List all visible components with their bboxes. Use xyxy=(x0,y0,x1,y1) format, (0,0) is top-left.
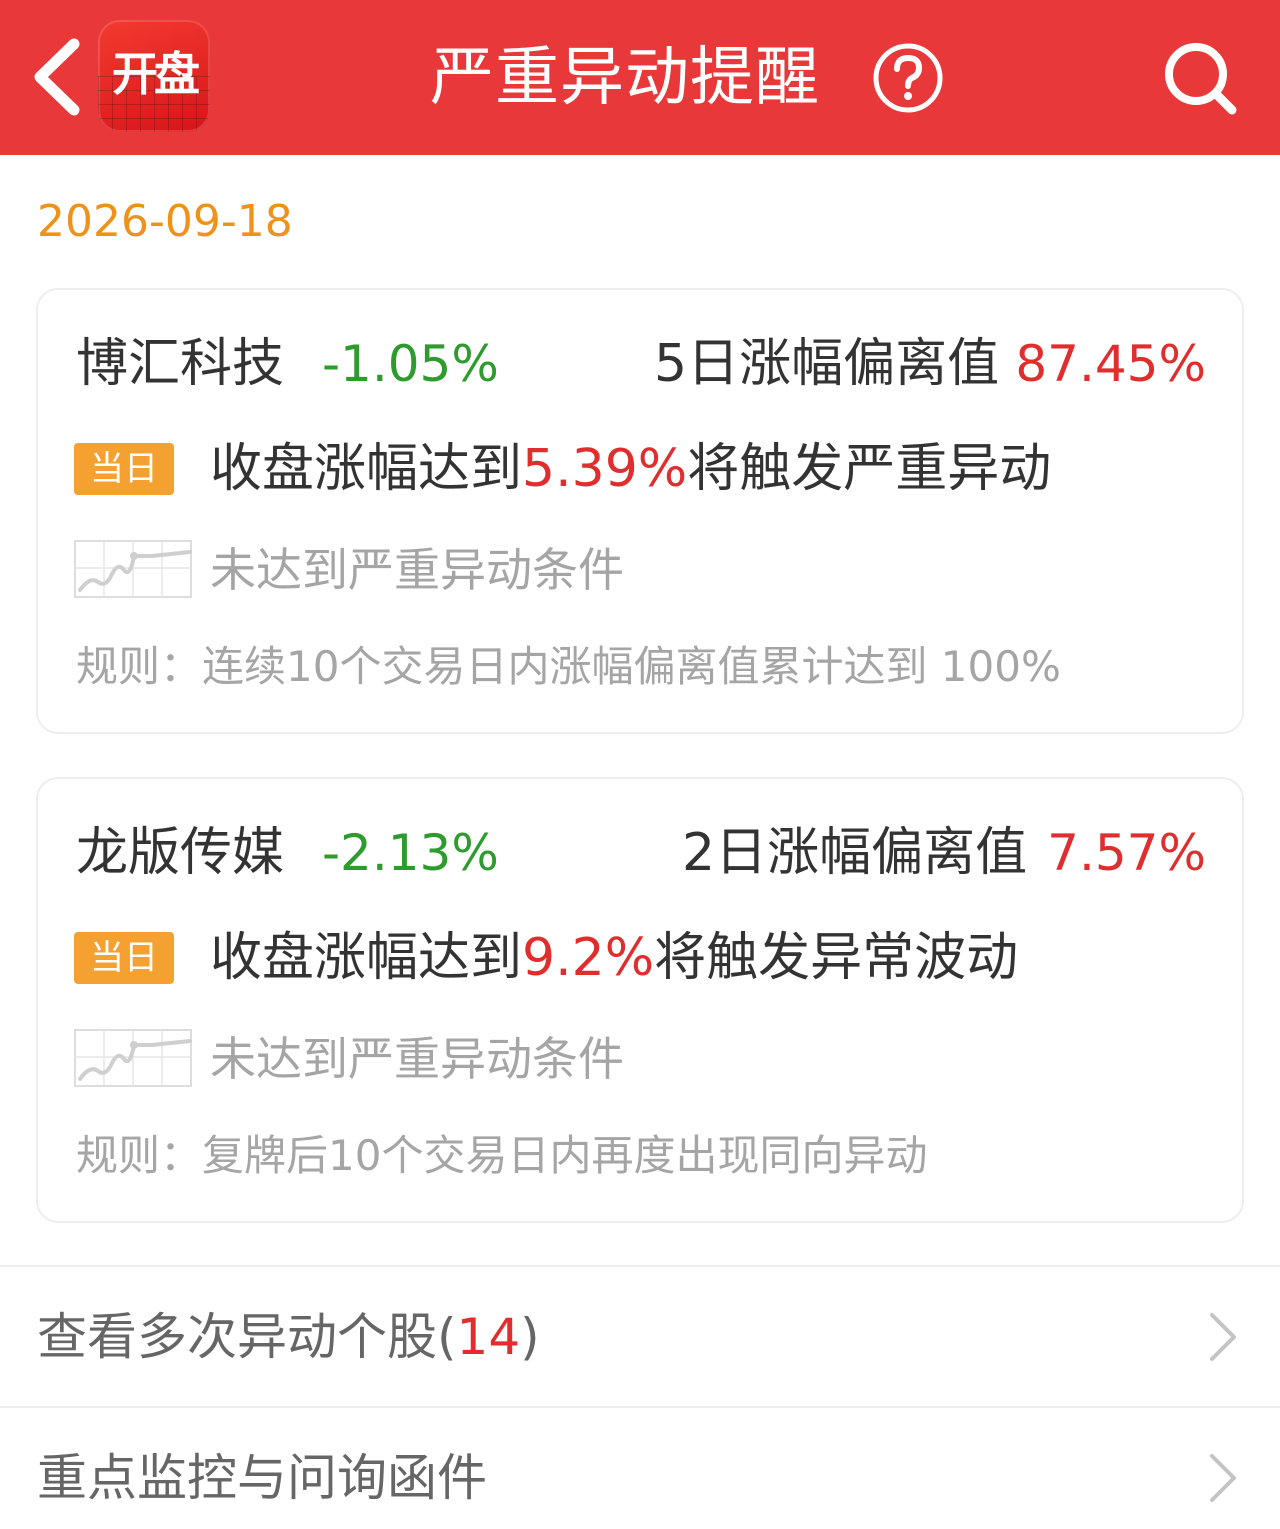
trend-chart-icon xyxy=(74,1029,192,1087)
trigger-value: 5.39% xyxy=(522,439,688,499)
multiple-alerts-count: 14 xyxy=(456,1308,521,1366)
back-button[interactable] xyxy=(28,38,88,116)
help-icon xyxy=(873,43,943,113)
stock-alert-card[interactable]: 博汇科技 -1.05% 5日涨幅偏离值 87.45% 当日 收盘涨幅达到5.39… xyxy=(36,288,1244,734)
trend-chart-icon xyxy=(74,540,192,598)
chevron-right-icon xyxy=(1210,1454,1236,1502)
deviation-label: 5日涨幅偏离值 xyxy=(654,334,1000,394)
rule-text: 规则：复牌后10个交易日内再度出现同向异动 xyxy=(76,1131,928,1180)
stock-name: 龙版传媒 xyxy=(76,823,285,883)
trigger-text: 收盘涨幅达到9.2%将触发异常波动 xyxy=(210,927,1018,989)
multiple-alerts-text: 查看多次异动个股( xyxy=(37,1308,457,1366)
trigger-suffix: 将触发严重异动 xyxy=(687,439,1052,499)
trigger-prefix: 收盘涨幅达到 xyxy=(210,928,523,988)
monitoring-inquiry-link[interactable]: 重点监控与问询函件 xyxy=(0,1408,1280,1529)
date-label: 2026-09-18 xyxy=(37,196,293,247)
chevron-right-icon xyxy=(1210,1313,1236,1361)
today-badge: 当日 xyxy=(74,932,174,984)
deviation-value: 7.57% xyxy=(1047,824,1206,882)
stock-name: 博汇科技 xyxy=(76,334,285,394)
deviation-value: 87.45% xyxy=(1015,335,1206,393)
back-arrow-icon xyxy=(34,38,80,116)
help-button[interactable] xyxy=(872,42,944,114)
rule-text: 规则：连续10个交易日内涨幅偏离值累计达到 100% xyxy=(76,642,1061,691)
status-text: 未达到严重异动条件 xyxy=(210,543,624,597)
stock-change: -2.13% xyxy=(322,824,499,882)
page-title: 严重异动提醒 xyxy=(430,41,820,115)
trigger-suffix: 将触发异常波动 xyxy=(654,928,1019,988)
trigger-prefix: 收盘涨幅达到 xyxy=(210,439,523,499)
deviation-label: 2日涨幅偏离值 xyxy=(682,823,1028,883)
search-icon xyxy=(1165,43,1237,115)
top-navigation-bar: 开盘 严重异动提醒 xyxy=(0,0,1280,155)
trigger-text: 收盘涨幅达到5.39%将触发严重异动 xyxy=(210,438,1051,500)
stock-alert-card[interactable]: 龙版传媒 -2.13% 2日涨幅偏离值 7.57% 当日 收盘涨幅达到9.2%将… xyxy=(36,777,1244,1223)
search-button[interactable] xyxy=(1160,38,1240,118)
trigger-value: 9.2% xyxy=(522,928,655,988)
app-logo-text: 开盘 xyxy=(112,47,200,101)
stock-change: -1.05% xyxy=(322,335,499,393)
multiple-alerts-link[interactable]: 查看多次异动个股(14) xyxy=(0,1267,1280,1407)
today-badge: 当日 xyxy=(74,443,174,495)
monitoring-inquiry-label: 重点监控与问询函件 xyxy=(37,1449,487,1507)
status-text: 未达到严重异动条件 xyxy=(210,1032,624,1086)
app-logo: 开盘 xyxy=(98,20,210,132)
multiple-alerts-label: 查看多次异动个股(14) xyxy=(37,1307,540,1367)
multiple-alerts-text-end: ) xyxy=(520,1308,540,1366)
